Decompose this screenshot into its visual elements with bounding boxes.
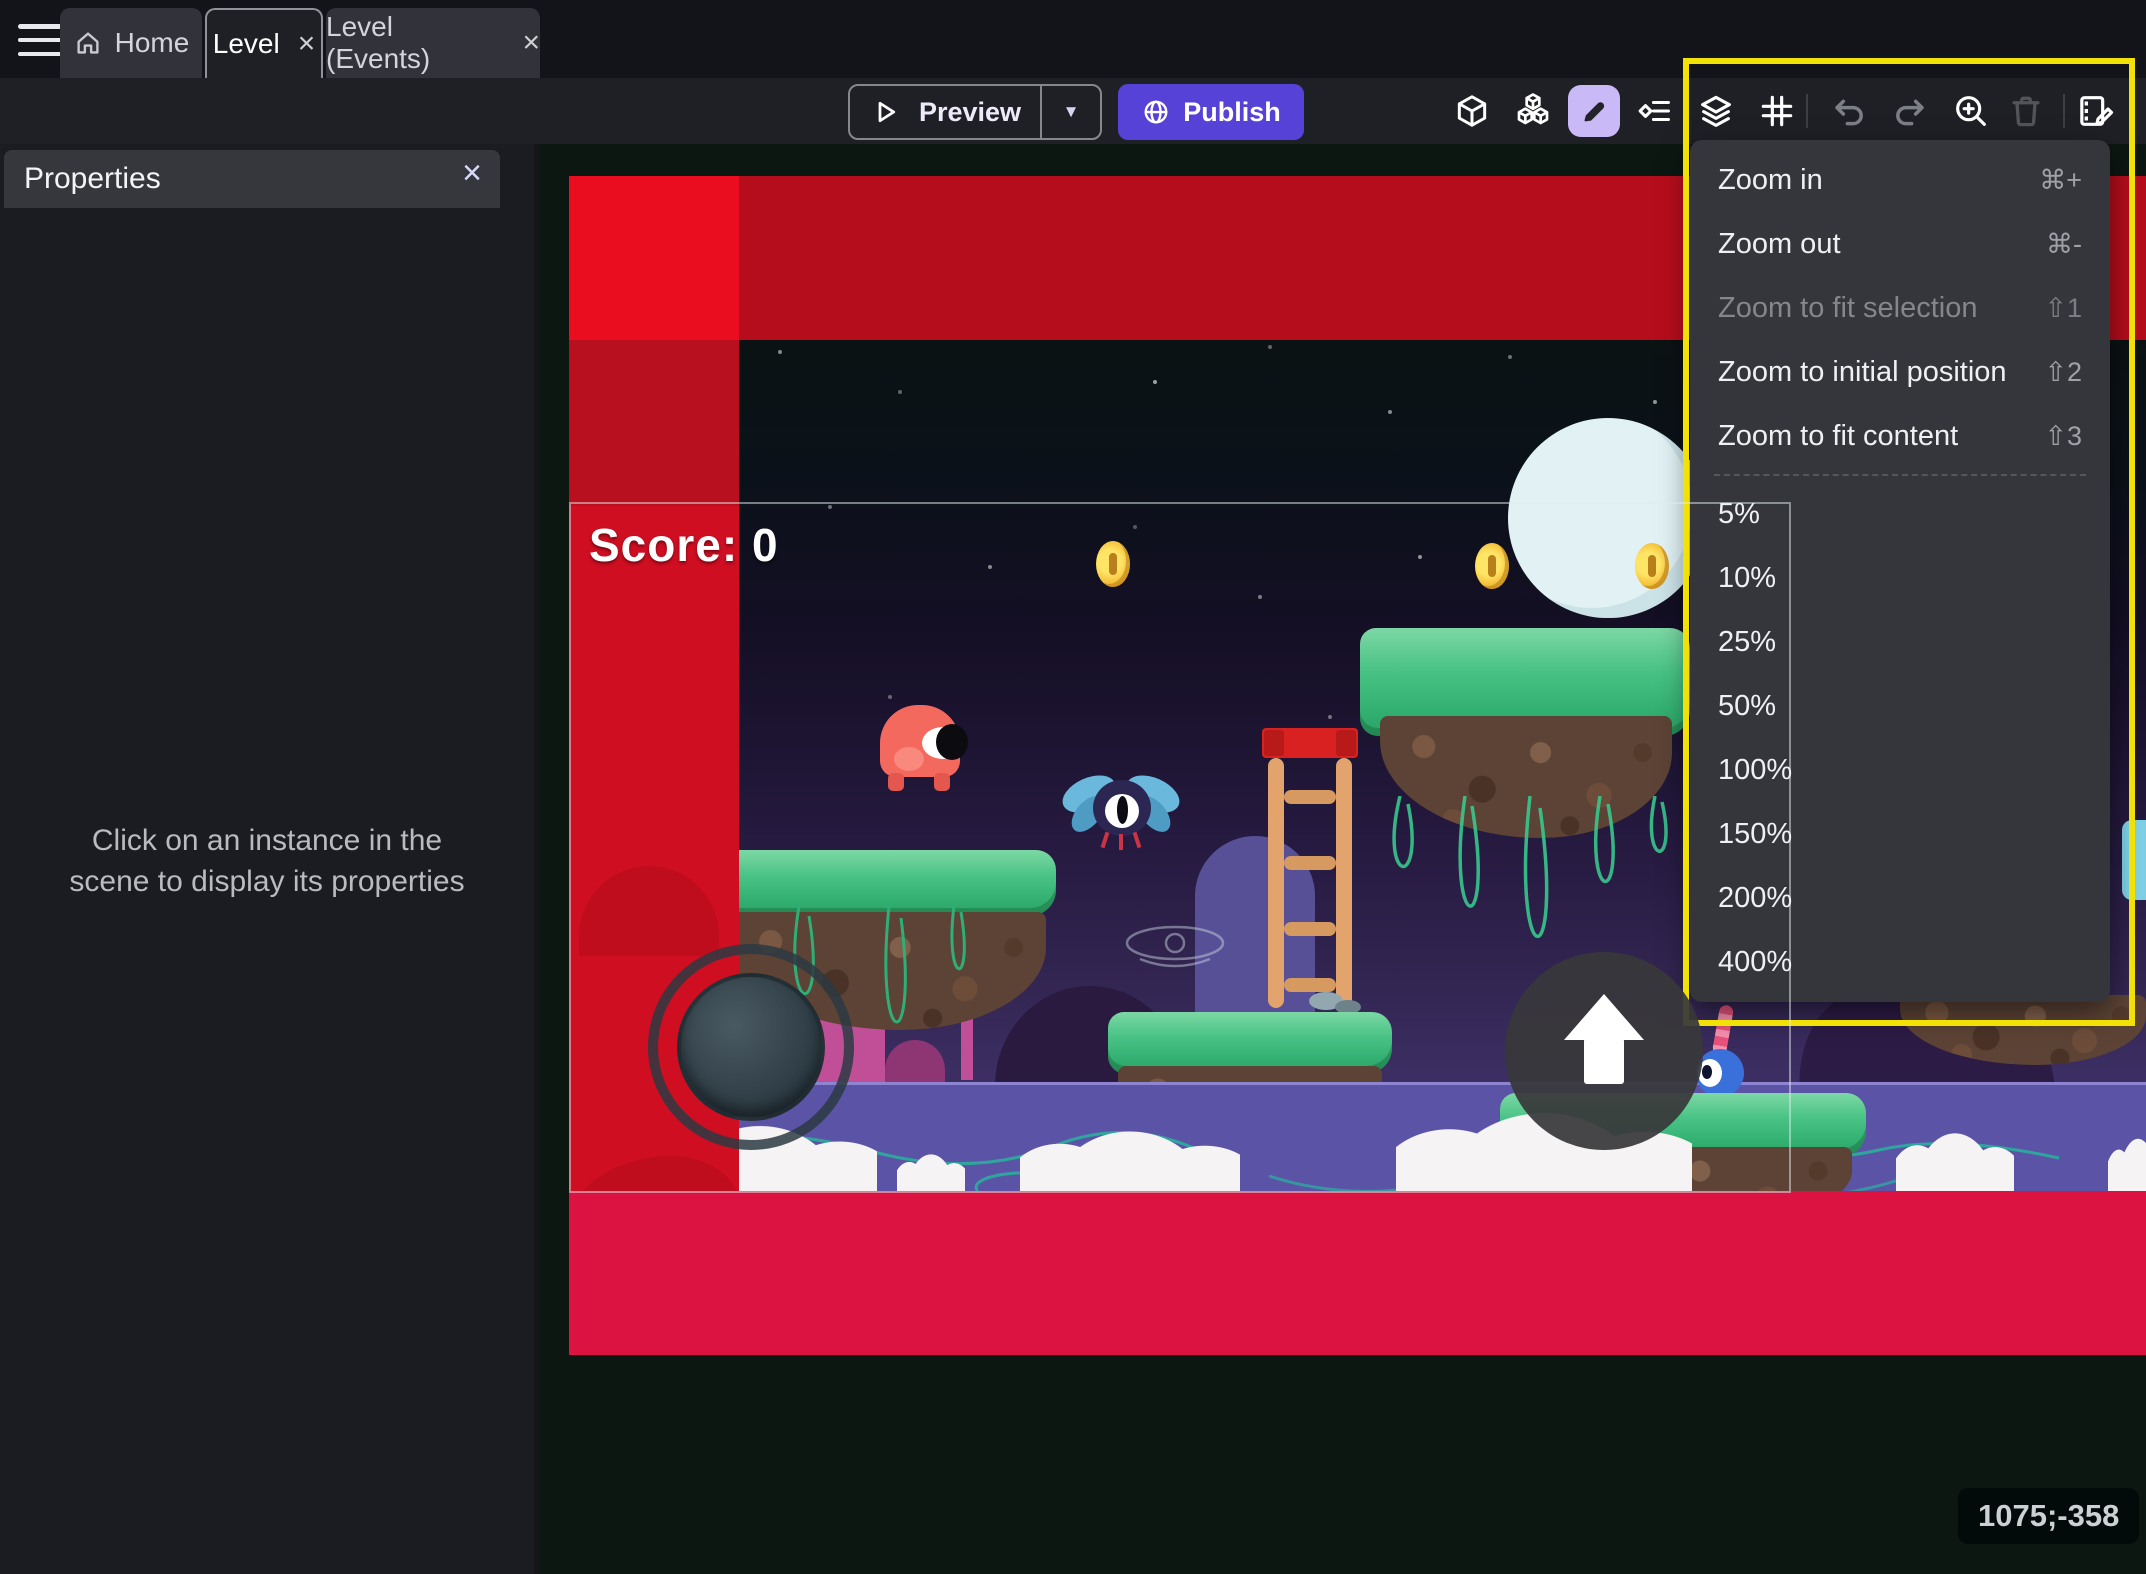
properties-panel-header: Properties × [4, 150, 500, 208]
blue-object-sliver [2122, 820, 2146, 900]
edit-scene-events-button[interactable] [2076, 91, 2116, 131]
toolbar-separator [2063, 94, 2065, 128]
preview-label: Preview [918, 96, 1022, 127]
scene-bottom-red-bar[interactable] [569, 1191, 2146, 1355]
up-arrow-stem [1584, 1038, 1624, 1084]
preview-dropdown-button[interactable]: ▼ [1042, 102, 1100, 122]
menu-item-zoom-out[interactable]: Zoom out ⌘- [1690, 212, 2110, 276]
edit-tool-button-selected[interactable] [1568, 85, 1620, 137]
tab-home[interactable]: Home [60, 8, 202, 78]
object-button[interactable] [1452, 91, 1492, 131]
toolbar-separator [1806, 94, 1808, 128]
joystick-knob[interactable] [677, 973, 825, 1121]
cloud [2108, 1134, 2146, 1191]
tab-bar: Home Level × Level (Events) × [0, 0, 2146, 78]
score-text[interactable]: Score: 0 [589, 518, 779, 572]
shortcut-label: ⇧2 [2044, 356, 2082, 387]
close-icon[interactable]: × [522, 28, 540, 58]
zoom-in-icon [1956, 96, 1986, 126]
redo-button[interactable] [1890, 91, 1930, 131]
menu-divider [1714, 474, 2086, 476]
properties-panel-title: Properties [24, 162, 161, 195]
tab-level-events-label: Level (Events) [326, 11, 431, 74]
up-arrow-icon [1564, 994, 1644, 1040]
properties-panel: Properties × Click on an instance in the… [0, 144, 534, 1574]
publish-label: Publish [1183, 96, 1281, 127]
properties-empty-message: Click on an instance in the scene to dis… [69, 824, 465, 898]
objects-group-button[interactable] [1513, 91, 1553, 131]
close-icon[interactable]: × [462, 154, 482, 193]
zoom-button[interactable] [1951, 91, 1991, 131]
delete-button-disabled [2006, 91, 2046, 131]
chevron-down-icon: ▼ [1062, 102, 1080, 121]
menu-item-zoom-fit-selection: Zoom to fit selection ⇧1 [1718, 291, 2082, 324]
tab-level-label: Level [212, 28, 280, 59]
cloud [1896, 1128, 2014, 1191]
tab-level-events[interactable]: Level (Events) × [326, 8, 540, 78]
globe-icon [1144, 100, 1168, 124]
shortcut-label: ⇧3 [2044, 420, 2082, 451]
grid-icon [1761, 95, 1793, 127]
film-edit-icon [2080, 96, 2114, 126]
hamburger-menu-icon[interactable] [18, 24, 62, 56]
shortcut-label: ⌘+ [2039, 164, 2082, 195]
undo-icon [1835, 99, 1863, 126]
instances-list-button[interactable] [1635, 91, 1675, 131]
preview-button[interactable]: Preview ▼ [848, 84, 1102, 140]
pencil-icon [1584, 102, 1605, 122]
shortcut-label: ⇧1 [2044, 292, 2082, 323]
home-icon [77, 32, 99, 54]
tab-home-label: Home [114, 27, 190, 58]
redo-icon [1896, 99, 1924, 126]
cube-icon [1457, 95, 1487, 127]
menu-item-zoom-in[interactable]: Zoom in ⌘+ [1690, 148, 2110, 212]
layers-button[interactable] [1696, 91, 1736, 131]
play-icon [878, 101, 896, 123]
tab-level[interactable]: Level × [205, 8, 323, 78]
undo-button[interactable] [1829, 91, 1869, 131]
menu-item-zoom-initial-position[interactable]: Zoom to initial position ⇧2 [1690, 340, 2110, 404]
instances-list-icon [1638, 100, 1670, 122]
trash-icon [2012, 96, 2040, 127]
grid-button[interactable] [1757, 91, 1797, 131]
layers-icon [1701, 95, 1731, 127]
cubes-icon [1517, 93, 1549, 125]
close-icon[interactable]: × [298, 29, 316, 59]
menu-item-zoom-fit-content[interactable]: Zoom to fit content ⇧3 [1690, 404, 2110, 468]
shortcut-label: ⌘- [2046, 228, 2082, 259]
jump-button[interactable] [1505, 952, 1703, 1150]
cursor-coordinates: 1075;-358 [1958, 1488, 2140, 1544]
publish-button[interactable]: Publish [1118, 84, 1304, 140]
